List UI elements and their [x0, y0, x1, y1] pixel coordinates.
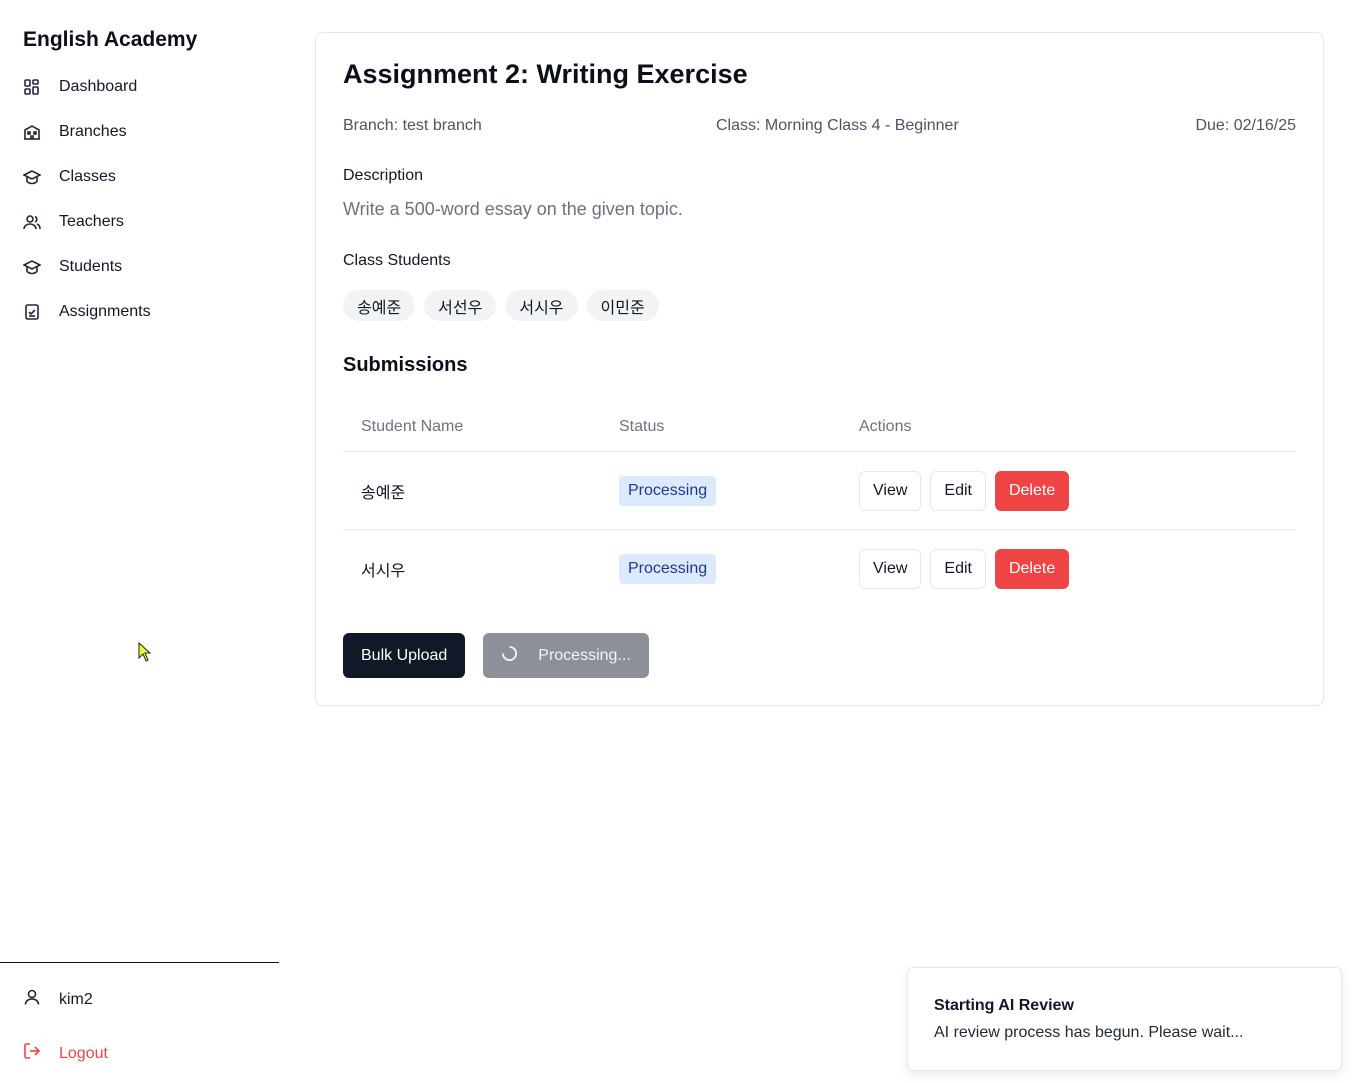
sidebar-item-dashboard[interactable]: Dashboard — [0, 64, 279, 109]
delete-button[interactable]: Delete — [994, 549, 1070, 589]
sidebar-item-students[interactable]: Students — [0, 244, 279, 289]
sidebar-nav: Dashboard Branches Classes Teachers Stud… — [0, 64, 279, 334]
sidebar-item-label: Classes — [59, 167, 116, 185]
student-chips: 송예준 서선우 서시우 이민준 — [343, 290, 659, 321]
logout-button[interactable]: Logout — [23, 1042, 108, 1065]
logout-icon — [23, 1042, 41, 1065]
sidebar-item-branches[interactable]: Branches — [0, 109, 279, 154]
student-chip: 이민준 — [586, 290, 659, 321]
page-title: Assignment 2: Writing Exercise — [343, 59, 748, 89]
student-name-cell: 서시우 — [361, 563, 406, 580]
graduation-cap-icon — [23, 258, 41, 276]
sidebar-item-label: Teachers — [59, 212, 124, 230]
toast-title: Starting AI Review — [934, 997, 1074, 1014]
sidebar: English Academy Dashboard Branches Class… — [0, 0, 279, 1083]
status-badge: Processing — [619, 554, 717, 584]
processing-label: Processing... — [538, 646, 631, 664]
edit-button[interactable]: Edit — [930, 470, 986, 511]
building-icon — [23, 123, 41, 141]
delete-button[interactable]: Delete — [994, 470, 1070, 511]
toast-notification[interactable]: Starting AI Review AI review process has… — [907, 967, 1342, 1071]
logout-label: Logout — [59, 1044, 108, 1062]
class-students-label: Class Students — [343, 252, 451, 269]
dashboard-icon — [23, 78, 41, 96]
column-header-status: Status — [619, 418, 665, 435]
sidebar-divider — [0, 962, 279, 963]
table-row: 서시우 Processing View Edit Delete — [343, 530, 1296, 608]
sidebar-item-classes[interactable]: Classes — [0, 154, 279, 199]
due-date: Due: 02/16/25 — [1195, 117, 1296, 134]
class-info: Class: Morning Class 4 - Beginner — [716, 117, 959, 134]
status-badge: Processing — [619, 475, 717, 506]
sidebar-item-label: Assignments — [59, 302, 151, 320]
assignment-card: Assignment 2: Writing Exercise Branch: t… — [315, 32, 1324, 706]
column-header-actions: Actions — [859, 418, 912, 435]
edit-button[interactable]: Edit — [930, 549, 986, 589]
sidebar-item-label: Branches — [59, 122, 127, 140]
description-label: Description — [343, 167, 424, 184]
mouse-cursor-icon — [138, 642, 152, 662]
bulk-upload-button[interactable]: Bulk Upload — [343, 633, 466, 678]
username: kim2 — [59, 990, 93, 1008]
row-actions: View Edit Delete — [859, 549, 1070, 589]
sidebar-item-label: Dashboard — [59, 77, 138, 95]
row-actions: View Edit Delete — [859, 470, 1070, 511]
student-chip: 서시우 — [505, 290, 578, 321]
sidebar-item-assignments[interactable]: Assignments — [0, 289, 279, 334]
student-chip: 서선우 — [424, 290, 497, 321]
submissions-table: Student Name Status Actions 송예준 Processi… — [343, 403, 1296, 608]
users-icon — [23, 213, 41, 231]
sidebar-item-label: Students — [59, 257, 123, 275]
sidebar-item-teachers[interactable]: Teachers — [0, 199, 279, 244]
branch-info: Branch: test branch — [343, 117, 482, 134]
spinner-icon — [501, 645, 518, 667]
view-button[interactable]: View — [859, 549, 922, 589]
column-header-student-name: Student Name — [361, 418, 464, 435]
graduation-cap-icon — [23, 168, 41, 186]
brand-title: English Academy — [23, 28, 198, 51]
table-header: Student Name Status Actions — [343, 403, 1296, 452]
description-text: Write a 500-word essay on the given topi… — [343, 199, 683, 219]
student-name-cell: 송예준 — [361, 484, 406, 502]
table-row: 송예준 Processing View Edit Delete — [343, 452, 1296, 530]
student-chip: 송예준 — [343, 290, 416, 321]
submissions-title: Submissions — [343, 354, 468, 376]
view-button[interactable]: View — [859, 470, 922, 511]
bottom-actions: Bulk Upload Processing... — [343, 633, 649, 678]
toast-message: AI review process has begun. Please wait… — [934, 1024, 1244, 1041]
user-profile[interactable]: kim2 — [23, 988, 93, 1011]
processing-button: Processing... — [483, 633, 649, 678]
clipboard-check-icon — [23, 303, 41, 321]
user-icon — [23, 988, 41, 1011]
